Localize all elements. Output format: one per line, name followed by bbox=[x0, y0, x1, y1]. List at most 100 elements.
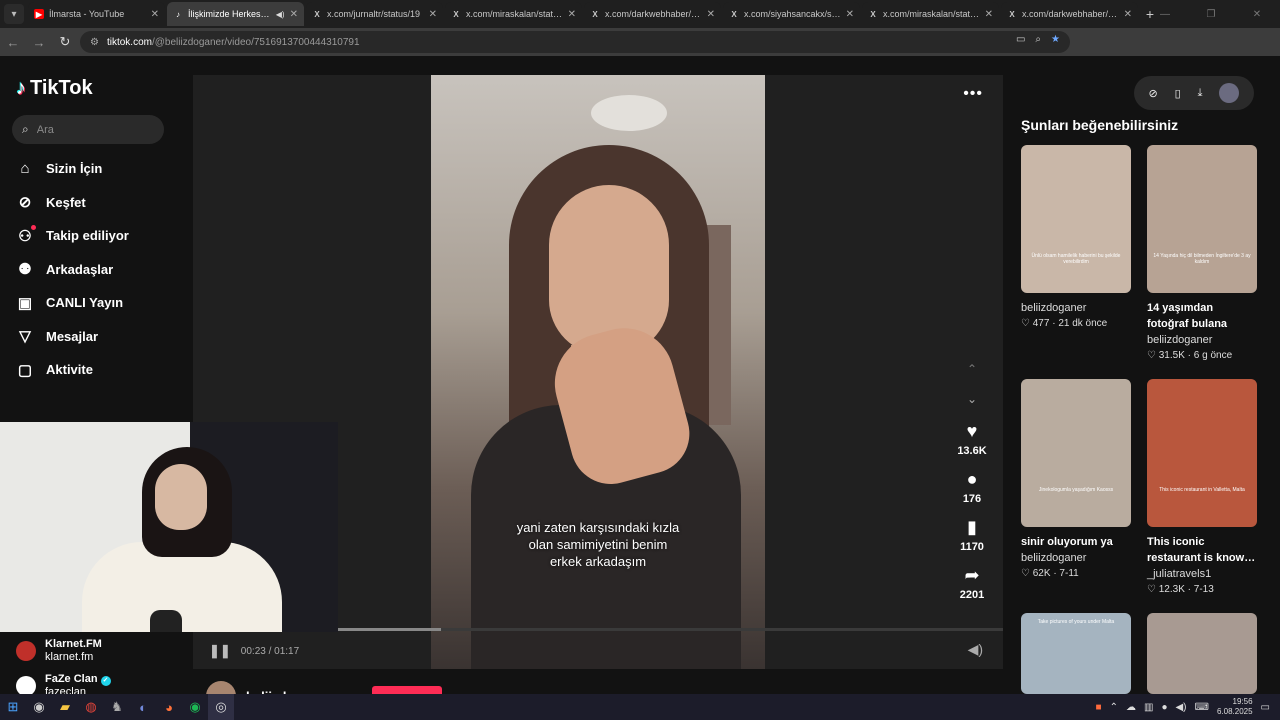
browser-tab[interactable]: ▶ İlmarsta - YouTube ✕ bbox=[28, 2, 165, 26]
comment-button[interactable]: ● 176 bbox=[955, 468, 989, 505]
video-thumbnail[interactable]: This iconic restaurant in Valletta, Malt… bbox=[1147, 379, 1257, 527]
recommended-video[interactable]: Ünlü olsam hamilelik haberini bu şekilde… bbox=[1021, 145, 1131, 332]
notification-icon[interactable]: ▭ bbox=[1261, 702, 1270, 713]
recommended-video[interactable]: Take pictures of yours under Malta bbox=[1021, 613, 1131, 694]
firefox-icon[interactable]: ◕ bbox=[156, 694, 182, 720]
video-thumbnail[interactable]: Ünlü olsam hamilelik haberini bu şekilde… bbox=[1021, 145, 1131, 293]
forward-button[interactable]: → bbox=[26, 29, 52, 55]
share-icon: ➦ bbox=[964, 565, 980, 585]
steam-icon[interactable]: ◉ bbox=[26, 694, 52, 720]
next-video-icon[interactable]: ⌄ bbox=[965, 392, 979, 406]
previous-video-icon[interactable]: ⌃ bbox=[965, 362, 979, 376]
spotify-icon[interactable]: ◉ bbox=[182, 694, 208, 720]
close-window-button[interactable]: ✕ bbox=[1234, 0, 1280, 28]
close-icon[interactable]: ✕ bbox=[568, 9, 576, 20]
maximize-button[interactable]: ❐ bbox=[1188, 0, 1234, 28]
sidebar-item-explore[interactable]: ⊘ Keşfet bbox=[16, 186, 129, 220]
recommended-video[interactable]: 14 Yaşında hiç dil bilmeden İngiltere'de… bbox=[1147, 145, 1257, 364]
video-thumbnail[interactable]: 14 Yaşında hiç dil bilmeden İngiltere'de… bbox=[1147, 145, 1257, 293]
close-icon[interactable]: ✕ bbox=[846, 9, 854, 20]
video-time: 00:23 / 01:17 bbox=[240, 645, 300, 657]
sidebar-item-for-you[interactable]: ⌂ Sizin İçin bbox=[16, 152, 129, 186]
clock[interactable]: 19:56 6.08.2025 bbox=[1217, 697, 1253, 717]
close-icon[interactable]: ✕ bbox=[429, 9, 437, 20]
compass-icon: ⊘ bbox=[18, 194, 32, 212]
browser-tab[interactable]: X x.com/darkwebhaber/stat ✕ bbox=[584, 2, 721, 26]
start-icon[interactable]: ⊞ bbox=[0, 694, 26, 720]
close-icon[interactable]: ✕ bbox=[290, 9, 298, 20]
sidebar-item-messages[interactable]: ▽ Mesajlar bbox=[16, 320, 129, 354]
close-icon[interactable]: ✕ bbox=[1124, 9, 1132, 20]
verified-icon: ✓ bbox=[100, 675, 111, 686]
close-icon[interactable]: ✕ bbox=[985, 9, 993, 20]
browser-tab[interactable]: X x.com/miraskalan/status/ ✕ bbox=[445, 2, 582, 26]
tiktok-logo[interactable]: ♪ TikTok bbox=[16, 77, 93, 100]
zoom-icon[interactable]: ⌕ bbox=[1035, 34, 1041, 45]
video-thumbnail[interactable]: Jinekologumla yaşadığım Kaosss bbox=[1021, 379, 1131, 527]
browser-tab[interactable]: X x.com/jurnaltr/status/19 ✕ bbox=[306, 2, 443, 26]
device-icon[interactable]: ▯ bbox=[1175, 87, 1181, 100]
app-icon[interactable]: ♞ bbox=[104, 694, 130, 720]
pause-icon[interactable]: ❚❚ bbox=[209, 643, 231, 659]
bookmark-star-icon[interactable]: ★ bbox=[1051, 34, 1060, 45]
sidebar-item-live[interactable]: ▣ CANLI Yayın bbox=[16, 286, 129, 320]
language-icon[interactable]: ⌨ bbox=[1195, 702, 1209, 713]
recommended-video[interactable]: Jinekologumla yaşadığım Kaosss sinir olu… bbox=[1021, 379, 1131, 582]
avatar bbox=[16, 640, 36, 661]
friends-icon: ⚉ bbox=[18, 261, 32, 279]
recommended-video[interactable]: This iconic restaurant in Valletta, Malt… bbox=[1147, 379, 1257, 598]
cast-icon[interactable]: ▭ bbox=[1016, 34, 1025, 45]
following-account[interactable]: Klarnet.FM klarnet.fm bbox=[16, 633, 131, 668]
recommendations-title: Şunları beğenebilirsiniz bbox=[1021, 117, 1179, 133]
sidebar-item-following[interactable]: ⚇ Takip ediliyor bbox=[16, 219, 129, 253]
chrome-icon[interactable]: ◍ bbox=[78, 694, 104, 720]
download-icon[interactable]: ⤓ bbox=[1198, 87, 1203, 100]
sidebar-item-friends[interactable]: ⚉ Arkadaşlar bbox=[16, 253, 129, 287]
avatar bbox=[16, 675, 36, 696]
speaker-icon[interactable]: ◀) bbox=[276, 10, 285, 19]
x-icon: X bbox=[1009, 9, 1015, 19]
explore-icon[interactable]: ⊘ bbox=[1148, 87, 1157, 100]
share-button[interactable]: ➦ 2201 bbox=[955, 564, 989, 601]
microphone-icon[interactable]: ● bbox=[1161, 702, 1167, 713]
search-box[interactable]: ⌕ bbox=[12, 115, 164, 144]
site-info-icon[interactable]: ⚙ bbox=[90, 37, 99, 48]
search-input[interactable] bbox=[36, 123, 147, 136]
close-icon[interactable]: ✕ bbox=[707, 9, 715, 20]
address-bar: ← → ↻ ⚙ tiktok.com /@beliizdoganer/video… bbox=[0, 28, 1280, 73]
volume-icon[interactable]: ◀) bbox=[968, 641, 983, 658]
video-frame[interactable]: yani zaten karşısındaki kızla olan samim… bbox=[431, 75, 765, 669]
video-thumbnail[interactable] bbox=[1147, 613, 1257, 694]
bookmark-icon: ▮ bbox=[967, 517, 977, 537]
heart-icon: ♥ bbox=[966, 421, 978, 441]
save-button[interactable]: ▮ 1170 bbox=[955, 516, 989, 553]
browser-tab[interactable]: X x.com/miraskalan/status/ ✕ bbox=[862, 2, 999, 26]
video-thumbnail[interactable]: Take pictures of yours under Malta bbox=[1021, 613, 1131, 694]
cloud-icon[interactable]: ☁ bbox=[1126, 702, 1136, 713]
playback-controls: ❚❚ 00:23 / 01:17 bbox=[209, 643, 299, 659]
minimize-button[interactable]: — bbox=[1142, 0, 1188, 28]
messages-icon: ▽ bbox=[19, 328, 31, 346]
browser-tab[interactable]: X x.com/siyahsancakx/statu ✕ bbox=[723, 2, 860, 26]
profile-avatar[interactable] bbox=[1219, 83, 1240, 103]
like-button[interactable]: ♥ 13.6K bbox=[955, 420, 989, 457]
browser-tab-active[interactable]: ♪ İlişkimizde Herkese G ◀) ✕ bbox=[167, 2, 304, 26]
tab-search-button[interactable]: ▾ bbox=[4, 4, 24, 24]
reload-button[interactable]: ↻ bbox=[52, 29, 78, 55]
obs-icon[interactable]: ◎ bbox=[208, 694, 234, 720]
sidebar-item-activity[interactable]: ▢ Aktivite bbox=[16, 353, 129, 387]
more-options-icon[interactable]: ••• bbox=[963, 85, 983, 103]
follow-button[interactable] bbox=[372, 686, 442, 694]
folder-icon[interactable]: ▰ bbox=[52, 694, 78, 720]
back-button[interactable]: ← bbox=[0, 29, 26, 55]
chevron-up-icon[interactable]: ⌃ bbox=[1110, 702, 1118, 713]
network-icon[interactable]: ▥ bbox=[1144, 702, 1153, 713]
app-tray-icon[interactable]: ■ bbox=[1096, 702, 1102, 713]
speaker-icon[interactable]: ◀) bbox=[1175, 702, 1186, 713]
discord-icon[interactable]: ◐ bbox=[130, 694, 156, 720]
close-icon[interactable]: ✕ bbox=[151, 9, 159, 20]
recommended-video[interactable] bbox=[1147, 613, 1257, 694]
url-field[interactable]: ⚙ tiktok.com /@beliizdoganer/video/75169… bbox=[80, 31, 1070, 53]
browser-tab[interactable]: X x.com/darkwebhaber/stat ✕ bbox=[1001, 2, 1138, 26]
window-controls: — ❐ ✕ bbox=[1142, 0, 1280, 28]
